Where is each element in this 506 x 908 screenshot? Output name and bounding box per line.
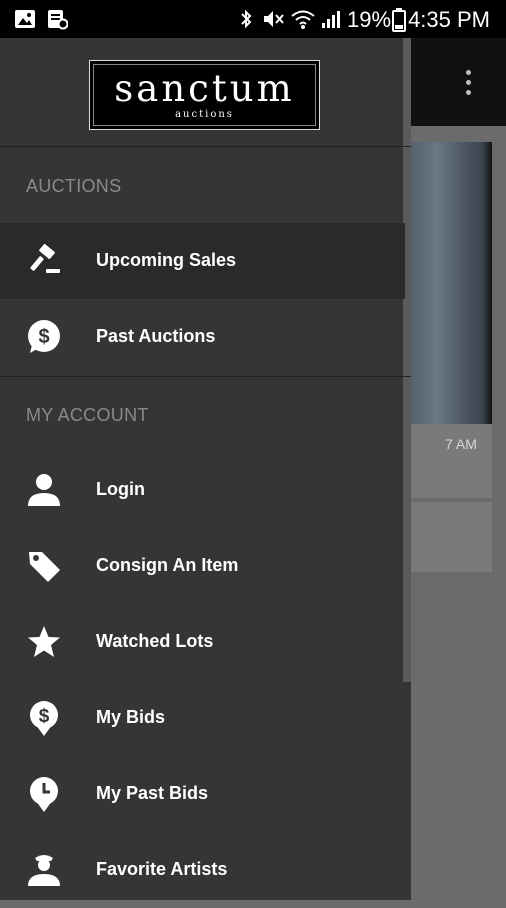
artist-icon bbox=[26, 852, 62, 888]
svg-text:$: $ bbox=[39, 706, 50, 727]
menu-item-favorite-artists[interactable]: Favorite Artists bbox=[0, 832, 405, 908]
clock-pin-icon bbox=[26, 776, 62, 812]
menu-item-login[interactable]: Login bbox=[0, 452, 405, 528]
background-card bbox=[400, 502, 492, 572]
background-time: 7 AM bbox=[445, 436, 477, 452]
calendar-notification-icon bbox=[46, 8, 68, 30]
menu-item-label: My Bids bbox=[96, 707, 166, 727]
star-icon bbox=[26, 624, 62, 660]
background-lot-image bbox=[400, 142, 492, 424]
battery-icon bbox=[392, 8, 406, 32]
menu-item-label: Consign An Item bbox=[96, 555, 239, 575]
bluetooth-icon bbox=[236, 8, 256, 30]
signal-icon bbox=[320, 8, 344, 30]
menu-item-watched-lots[interactable]: Watched Lots bbox=[0, 604, 405, 680]
battery-percent: 19% bbox=[347, 7, 392, 32]
menu-item-label: Watched Lots bbox=[96, 631, 214, 651]
logo-main-text: sanctum bbox=[114, 67, 295, 110]
menu-item-label: Upcoming Sales bbox=[96, 250, 237, 270]
menu-item-label: Favorite Artists bbox=[96, 859, 228, 879]
section-label-auctions: AUCTIONS bbox=[26, 176, 122, 196]
mute-icon bbox=[262, 8, 286, 30]
gavel-icon bbox=[26, 243, 62, 279]
menu-item-past-auctions[interactable]: $ Past Auctions bbox=[0, 299, 405, 375]
svg-text:$: $ bbox=[38, 326, 49, 348]
tag-icon bbox=[26, 548, 62, 584]
menu-item-my-past-bids[interactable]: My Past Bids bbox=[0, 756, 405, 832]
status-time: 4:35 PM bbox=[408, 7, 490, 32]
status-bar: 19% 4:35 PM bbox=[0, 0, 506, 38]
overflow-menu-icon bbox=[466, 70, 471, 100]
person-icon bbox=[26, 472, 62, 508]
menu-item-label: Login bbox=[96, 479, 145, 499]
gallery-notification-icon bbox=[14, 8, 36, 30]
menu-item-my-bids[interactable]: $ My Bids bbox=[0, 680, 405, 756]
menu-item-label: My Past Bids bbox=[96, 783, 209, 803]
logo-sub-text: auctions bbox=[175, 109, 234, 120]
dollar-pin-icon: $ bbox=[26, 700, 62, 736]
menu-item-label: Past Auctions bbox=[96, 326, 216, 346]
dollar-bubble-icon: $ bbox=[26, 319, 62, 355]
divider bbox=[0, 146, 411, 147]
wifi-icon bbox=[290, 8, 316, 30]
sanctum-logo: sanctum auctions bbox=[89, 60, 320, 130]
menu-item-upcoming-sales[interactable]: Upcoming Sales bbox=[0, 223, 405, 299]
section-label-my-account: MY ACCOUNT bbox=[26, 405, 149, 425]
divider bbox=[0, 376, 411, 377]
menu-item-consign[interactable]: Consign An Item bbox=[0, 528, 405, 604]
